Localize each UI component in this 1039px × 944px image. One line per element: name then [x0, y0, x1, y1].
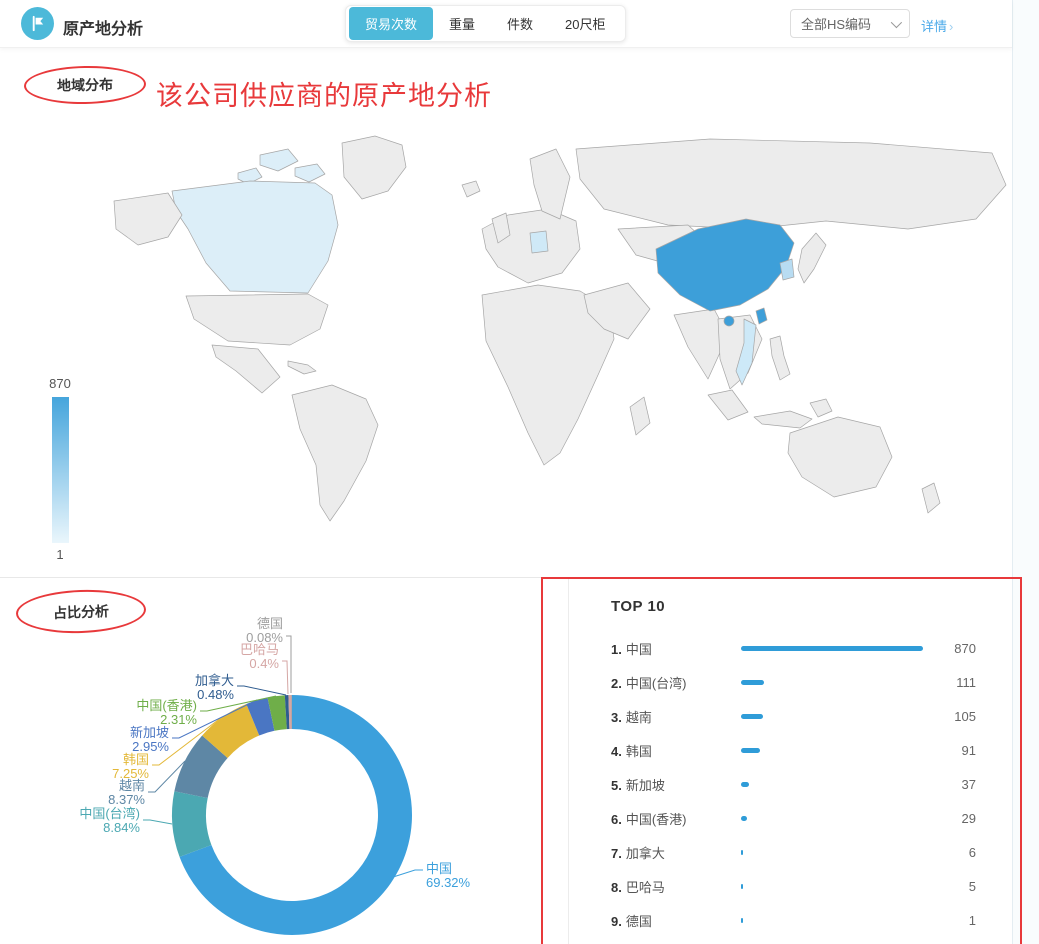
tab-3[interactable]: 20尺柜: [549, 7, 621, 40]
top10-row-5: 5.新加坡 37: [611, 767, 1012, 801]
top10-rank: 7.: [611, 846, 622, 861]
top10-rank: 1.: [611, 642, 622, 657]
top10-rank: 6.: [611, 812, 622, 827]
top10-bar: [741, 782, 749, 787]
top10-rank: 9.: [611, 914, 622, 929]
top10-value: 37: [937, 777, 1012, 792]
top10-country-name: 8.巴哈马: [611, 877, 741, 896]
top10-bar-track: [741, 816, 937, 821]
top10-country-name: 9.德国: [611, 911, 741, 930]
top10-bar: [741, 918, 743, 923]
top10-bar-track: [741, 782, 937, 787]
pie-label-4: 新加坡2.95%: [130, 725, 169, 754]
top10-bar-track: [741, 884, 937, 889]
top10-bar: [741, 884, 743, 889]
pie-slice-1[interactable]: [172, 791, 211, 857]
world-map[interactable]: [110, 133, 1010, 565]
top10-value: 870: [937, 641, 1012, 656]
top10-value: 5: [937, 879, 1012, 894]
legend-min-value: 1: [40, 547, 80, 562]
pie-label-line-6: [237, 686, 286, 695]
top10-bar-track: [741, 918, 937, 923]
top10-rank: 8.: [611, 880, 622, 895]
pie-label-8: 德国0.08%: [246, 616, 283, 645]
origin-donut-chart[interactable]: 中国69.32% 中国(台湾)8.84%越南8.37%韩国7.25%新加坡2.95…: [60, 610, 540, 944]
top10-value: 105: [937, 709, 1012, 724]
top10-row-1: 1.中国 870: [611, 631, 1012, 665]
top10-rank: 2.: [611, 676, 622, 691]
map-legend: 870 1: [40, 376, 80, 562]
top10-row-6: 6.中国(香港) 29: [611, 801, 1012, 835]
tab-0[interactable]: 贸易次数: [349, 7, 433, 40]
pie-label-1: 中国(台湾)8.84%: [79, 806, 140, 835]
page-right-gutter: [1012, 0, 1039, 944]
top10-value: 111: [937, 675, 1012, 690]
map-country-hainan: [724, 316, 734, 326]
chevron-down-icon: [891, 16, 902, 27]
map-country-germany: [530, 231, 548, 253]
chevron-right-icon: ›: [949, 19, 953, 34]
tab-2[interactable]: 件数: [491, 7, 549, 40]
top10-row-7: 7.加拿大 6: [611, 835, 1012, 869]
header: 原产地分析 贸易次数重量件数20尺柜 全部HS编码 详情›: [0, 0, 1012, 48]
region-label-annotation-circle: 地域分布: [24, 65, 147, 105]
red-annotation-text: 该公司供应商的原产地分析: [156, 74, 492, 113]
legend-max-value: 870: [40, 376, 80, 391]
legend-gradient-bar: [52, 397, 69, 543]
top10-country-name: 6.中国(香港): [611, 809, 741, 828]
top10-value: 1: [937, 913, 1012, 928]
top10-bar-track: [741, 680, 937, 685]
detail-link[interactable]: 详情›: [921, 16, 953, 35]
map-country-taiwan: [756, 308, 767, 324]
map-country-canada: [172, 181, 338, 293]
pie-label-7: 巴哈马0.4%: [240, 642, 279, 671]
top10-country-name: 5.新加坡: [611, 775, 741, 794]
tab-1[interactable]: 重量: [433, 7, 491, 40]
top10-row-8: 8.巴哈马 5: [611, 869, 1012, 903]
app-logo-flag-icon: [21, 7, 54, 40]
top10-row-3: 3.越南 105: [611, 699, 1012, 733]
top10-bar: [741, 680, 764, 685]
top10-row-2: 2.中国(台湾) 111: [611, 665, 1012, 699]
top10-rank: 3.: [611, 710, 622, 725]
map-country-south-korea: [780, 259, 794, 280]
top10-value: 91: [937, 743, 1012, 758]
top10-bar-track: [741, 850, 937, 855]
top10-title: TOP 10: [611, 598, 1012, 615]
top10-panel: TOP 10 1.中国 870 2.中国(台湾) 111 3.越南 105 4.韩国 91 5.…: [568, 578, 1012, 944]
region-section-label: 地域分布: [57, 75, 113, 96]
detail-link-label: 详情: [921, 19, 947, 34]
top10-value: 6: [937, 845, 1012, 860]
top10-bar: [741, 850, 743, 855]
top10-bar-track: [741, 646, 937, 651]
hs-code-select-value: 全部HS编码: [801, 14, 871, 33]
hs-code-select[interactable]: 全部HS编码: [790, 9, 910, 38]
pie-label-0: 中国69.32%: [426, 861, 471, 890]
top10-bar: [741, 714, 763, 719]
pie-label-5: 中国(香港)2.31%: [136, 698, 197, 727]
top10-rank: 5.: [611, 778, 622, 793]
top10-row-4: 4.韩国 91: [611, 733, 1012, 767]
top10-value: 29: [937, 811, 1012, 826]
pie-label-line-1: [143, 820, 172, 824]
top10-bar-track: [741, 748, 937, 753]
metric-tabbar: 贸易次数重量件数20尺柜: [345, 5, 626, 42]
pie-label-6: 加拿大0.48%: [195, 673, 234, 702]
top10-country-name: 7.加拿大: [611, 843, 741, 862]
pie-label-3: 韩国7.25%: [112, 752, 149, 781]
top10-country-name: 4.韩国: [611, 741, 741, 760]
top10-country-name: 3.越南: [611, 707, 741, 726]
top10-row-9: 9.德国 1: [611, 903, 1012, 937]
top10-list: 1.中国 870 2.中国(台湾) 111 3.越南 105 4.韩国 91 5.新加坡 37 6.…: [611, 631, 1012, 937]
top10-bar: [741, 646, 923, 651]
top10-rank: 4.: [611, 744, 622, 759]
top10-bar: [741, 748, 760, 753]
pie-label-line-7: [282, 661, 288, 694]
top10-bar-track: [741, 714, 937, 719]
top10-country-name: 2.中国(台湾): [611, 673, 741, 692]
page-title: 原产地分析: [63, 15, 143, 39]
top10-bar: [741, 816, 747, 821]
pie-label-2: 越南8.37%: [108, 778, 145, 807]
top10-country-name: 1.中国: [611, 639, 741, 658]
